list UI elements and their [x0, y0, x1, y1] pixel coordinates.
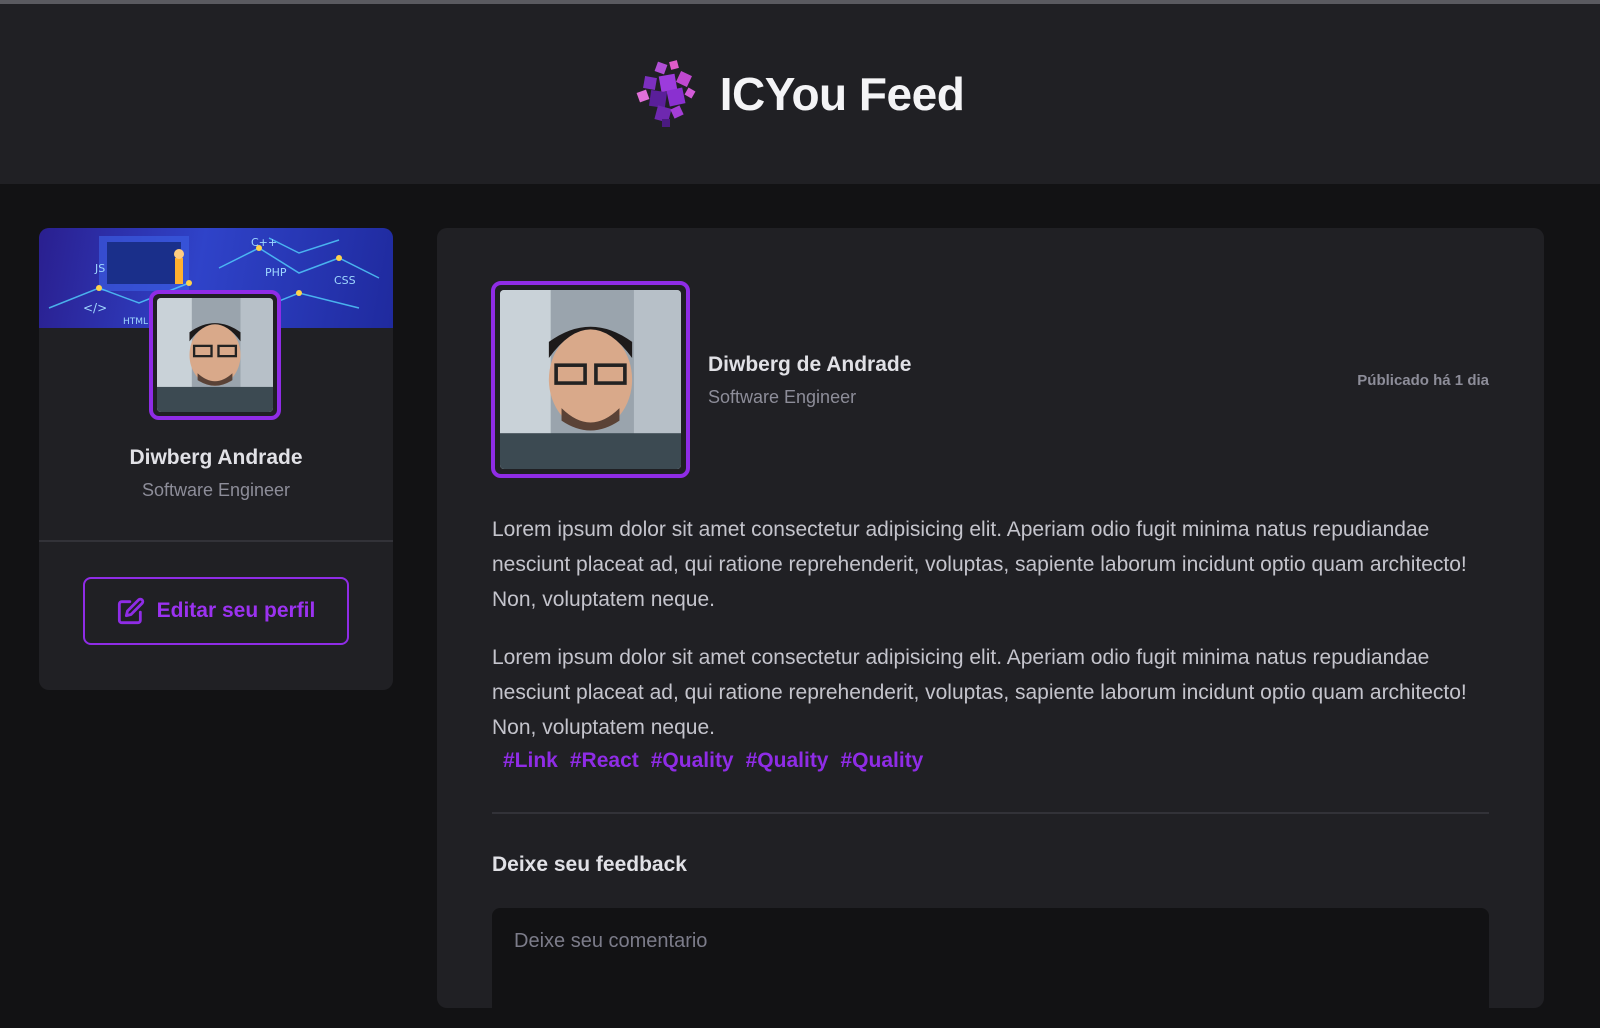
app-header: ICYou Feed	[0, 4, 1600, 184]
svg-text:PHP: PHP	[265, 266, 287, 279]
post-tags: #Link #React #Quality #Quality #Quality	[503, 749, 923, 773]
post-paragraph: Lorem ipsum dolor sit amet consectetur a…	[492, 518, 1467, 611]
tag-link[interactable]: #Link	[503, 749, 558, 773]
edit-icon	[117, 597, 144, 625]
feedback-title: Deixe seu feedback	[492, 853, 687, 876]
post-paragraph: Lorem ipsum dolor sit amet consectetur a…	[492, 646, 1467, 739]
tag-link[interactable]: #Quality	[651, 749, 734, 773]
sidebar-divider	[39, 540, 393, 542]
edit-profile-label: Editar seu perfil	[156, 599, 316, 622]
edit-profile-button[interactable]: Editar seu perfil	[83, 577, 349, 645]
sidebar-avatar[interactable]	[149, 290, 281, 420]
svg-text:C++: C++	[251, 236, 277, 249]
post-published-time: Públicado há 1 dia	[1357, 372, 1489, 389]
post-author-name: Diwberg de Andrade	[708, 353, 912, 376]
svg-text:HTML: HTML	[123, 317, 148, 327]
tag-link[interactable]: #React	[570, 749, 639, 773]
post-divider	[492, 812, 1489, 814]
comment-input[interactable]	[492, 908, 1489, 1028]
tag-link[interactable]: #Quality	[841, 749, 924, 773]
post-author-role: Software Engineer	[708, 387, 857, 407]
sidebar-user-name: Diwberg Andrade	[129, 446, 303, 469]
tag-link[interactable]: #Quality	[746, 749, 829, 773]
profile-sidebar: JS C++ PHP CSS </> HTML Diwberg Andrade …	[39, 228, 393, 690]
svg-text:</>: </>	[83, 301, 107, 315]
svg-text:JS: JS	[94, 262, 105, 275]
svg-text:CSS: CSS	[334, 274, 356, 287]
app-title: ICYou Feed	[719, 68, 965, 120]
post-card: Diwberg de Andrade Software Engineer Púb…	[437, 228, 1544, 1028]
sidebar-user-role: Software Engineer	[141, 480, 291, 500]
post-content: Lorem ipsum dolor sit amet consectetur a…	[492, 512, 1492, 768]
post-author-avatar[interactable]	[491, 281, 690, 478]
cube-cluster-logo	[636, 60, 696, 127]
